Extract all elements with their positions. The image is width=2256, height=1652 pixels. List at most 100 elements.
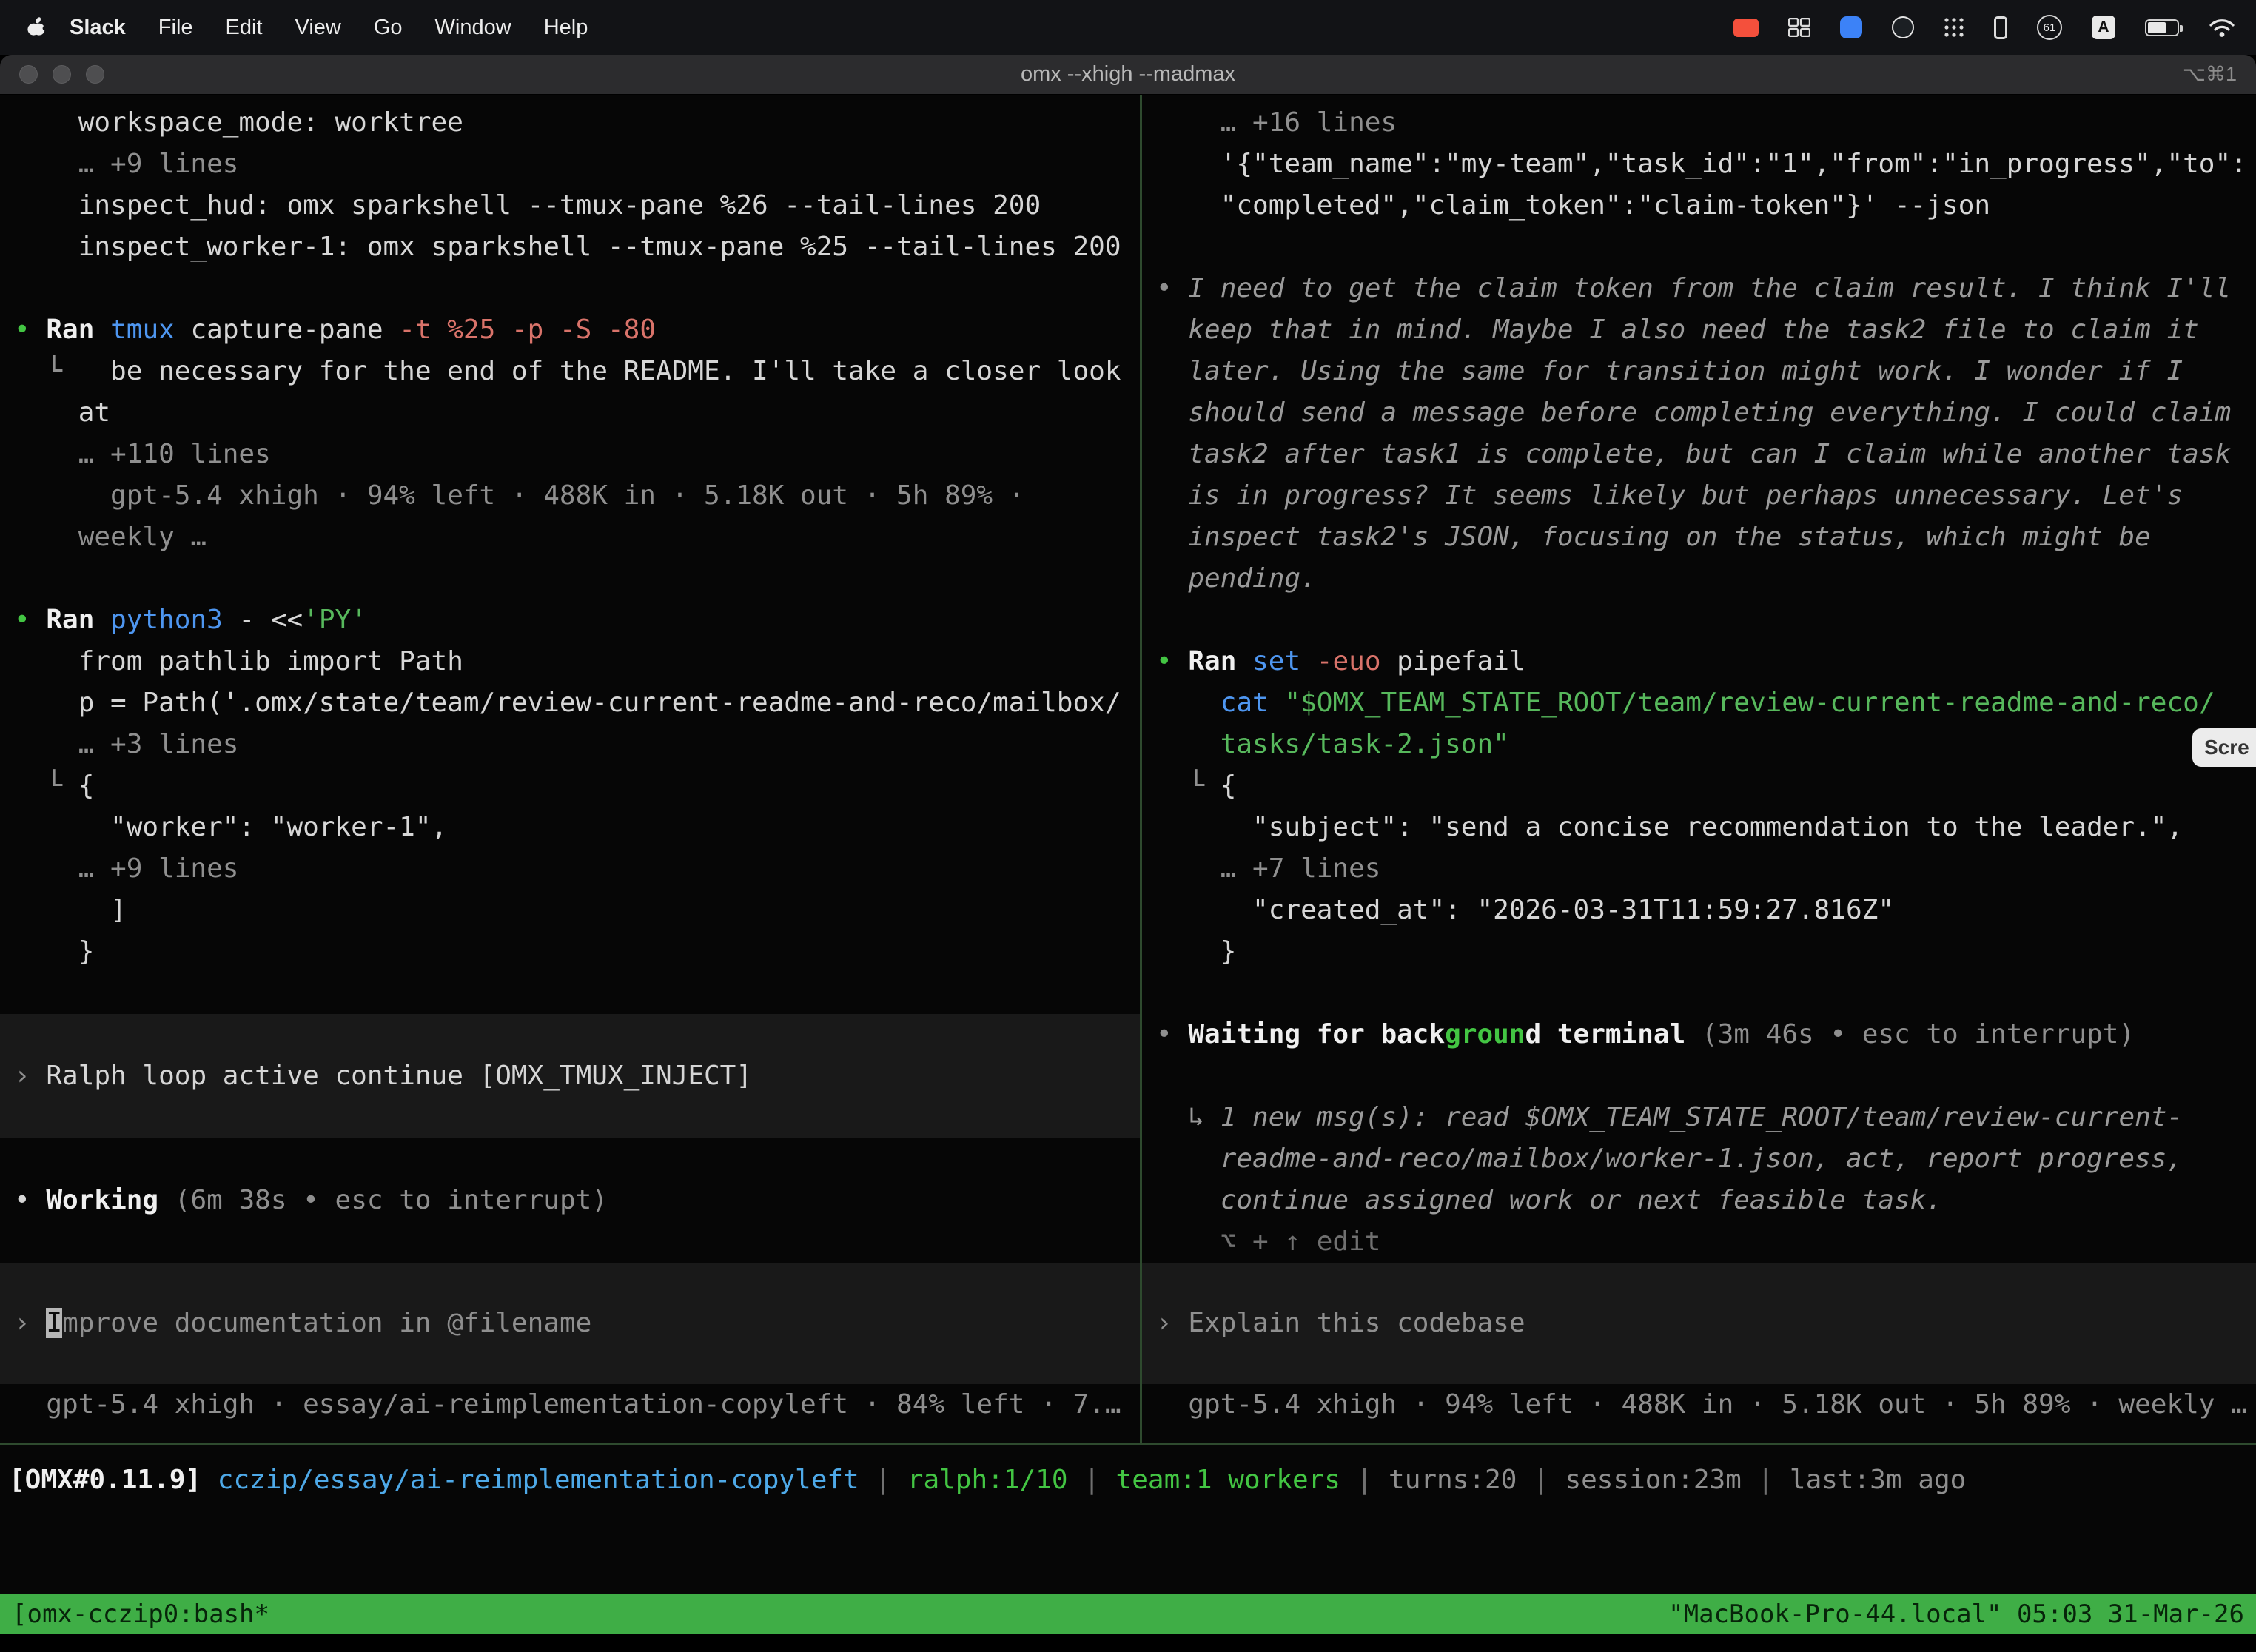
terminal-line: inspect_worker-1: omx sparkshell --tmux-… (0, 226, 1140, 268)
input-source-icon[interactable]: A (2092, 16, 2115, 39)
terminal-line: ⌥ + ↑ edit (1142, 1221, 2256, 1263)
tmux-panes: workspace_mode: worktree … +9 lines insp… (0, 95, 2256, 1443)
terminal-line: ] (0, 890, 1140, 931)
model-status-left: gpt-5.4 xhigh · essay/ai-reimplementatio… (0, 1384, 1140, 1426)
terminal-line: tasks/task-2.json" (1142, 724, 2256, 765)
terminal-line: continue assigned work or next feasible … (1142, 1180, 2256, 1221)
terminal-line: … +9 lines (0, 848, 1140, 890)
terminal-line: weekly … (0, 517, 1140, 558)
command-tmux-capture: • Ran tmux capture-pane -t %25 -p -S -80 (0, 309, 1140, 351)
waiting-status: • Waiting for background terminal (3m 46… (1142, 1014, 2256, 1055)
terminal-line: "worker": "worker-1", (0, 807, 1140, 848)
mailbox-notice: ↳ 1 new msg(s): read $OMX_TEAM_STATE_ROO… (1142, 1097, 2256, 1138)
terminal-line (0, 268, 1140, 309)
terminal-line: task2 after task1 is complete, but can I… (1142, 434, 2256, 475)
terminal-line: later. Using the same for transition mig… (1142, 351, 2256, 392)
window-grid-icon[interactable] (1788, 18, 1810, 37)
terminal-line (1142, 226, 2256, 268)
menu-bar: Slack FileEditViewGoWindowHelp (0, 0, 2256, 55)
menu-status-icons: 61 A (1733, 15, 2235, 40)
battery-icon[interactable] (2145, 19, 2179, 36)
terminal-line: cat "$OMX_TEAM_STATE_ROOT/team/review-cu… (1142, 682, 2256, 724)
working-status: • Working (6m 38s • esc to interrupt) (0, 1180, 1140, 1221)
terminal-pane-right[interactable]: … +16 lines '{"team_name":"my-team","tas… (1142, 95, 2256, 1443)
terminal-line: "completed","claim_token":"claim-token"}… (1142, 185, 2256, 226)
terminal-line: inspect_hud: omx sparkshell --tmux-pane … (0, 185, 1140, 226)
battery-tip (2180, 25, 2183, 32)
window-titlebar[interactable]: omx --xhigh --madmax ⌥⌘1 (0, 55, 2256, 95)
terminal-line: "created_at": "2026-03-31T11:59:27.816Z" (1142, 890, 2256, 931)
composer-input-left-text: › Improve documentation in @filename (0, 1303, 591, 1344)
menu-file[interactable]: File (142, 16, 209, 40)
ralph-loop-banner-text: › Ralph loop active continue [OMX_TMUX_I… (0, 1055, 752, 1097)
screen-notification[interactable]: Scre (2192, 728, 2256, 767)
menu-go[interactable]: Go (357, 16, 419, 40)
terminal-line: └ { (0, 765, 1140, 807)
menu-edit[interactable]: Edit (209, 16, 279, 40)
menu-window[interactable]: Window (419, 16, 528, 40)
github-icon[interactable] (1892, 16, 1914, 38)
terminal-line: … +16 lines (1142, 102, 2256, 144)
terminal-line: "subject": "send a concise recommendatio… (1142, 807, 2256, 848)
terminal-line: workspace_mode: worktree (0, 102, 1140, 144)
terminal-line (0, 1138, 1140, 1180)
screen: Slack FileEditViewGoWindowHelp (0, 0, 2256, 1652)
terminal-line (1142, 1055, 2256, 1097)
command-set-pipefail: • Ran set -euo pipefail (1142, 641, 2256, 682)
apple-menu-icon[interactable] (27, 16, 46, 38)
menu-view[interactable]: View (279, 16, 357, 40)
footer-gap (0, 1514, 2256, 1594)
ralph-loop-banner[interactable]: › Ralph loop active continue [OMX_TMUX_I… (0, 1014, 1140, 1138)
apps-grid-icon[interactable] (1944, 17, 1964, 38)
composer-input-right[interactable]: › Explain this codebase (1142, 1263, 2256, 1384)
tmux-session-label: [omx-cczip0:bash* (12, 1599, 269, 1629)
window-title: omx --xhigh --madmax (0, 62, 2256, 87)
menu-items: FileEditViewGoWindowHelp (142, 16, 605, 40)
terminal-line (1142, 973, 2256, 1014)
tmux-host-clock: "MacBook-Pro-44.local" 05:03 31-Mar-26 (1668, 1599, 2244, 1629)
menu-bar-left: Slack FileEditViewGoWindowHelp (21, 16, 604, 40)
terminal-line: inspect task2's JSON, focusing on the st… (1142, 517, 2256, 558)
thinking-text: • I need to get the claim token from the… (1142, 268, 2256, 309)
terminal-line: at (0, 392, 1140, 434)
terminal-line: … +7 lines (1142, 848, 2256, 890)
terminal-line: should send a message before completing … (1142, 392, 2256, 434)
terminal-line: from pathlib import Path (0, 641, 1140, 682)
active-app-name[interactable]: Slack (53, 16, 142, 40)
menu-help[interactable]: Help (528, 16, 605, 40)
terminal-line: └ { (1142, 765, 2256, 807)
terminal-line: is in progress? It seems likely but perh… (1142, 475, 2256, 517)
terminal-line: … +9 lines (0, 144, 1140, 185)
terminal-line: └ be necessary for the end of the README… (0, 351, 1140, 392)
phone-mirroring-icon[interactable] (1994, 16, 2007, 39)
terminal-line (0, 973, 1140, 1014)
terminal-line: gpt-5.4 xhigh · 94% left · 488K in · 5.1… (0, 475, 1140, 517)
model-status-right: gpt-5.4 xhigh · 94% left · 488K in · 5.1… (1142, 1384, 2256, 1426)
wifi-icon[interactable] (2209, 17, 2235, 38)
terminal-line: '{"team_name":"my-team","task_id":"1","f… (1142, 144, 2256, 185)
omx-status-line: [OMX#0.11.9] cczip/essay/ai-reimplementa… (0, 1465, 1966, 1495)
battery-fill (2148, 22, 2166, 33)
bottom-gap (0, 1634, 2256, 1652)
composer-input-left[interactable]: › Improve documentation in @filename (0, 1263, 1140, 1384)
terminal-line: } (0, 931, 1140, 973)
terminal-line (0, 558, 1140, 600)
command-python3: • Ran python3 - <<'PY' (0, 600, 1140, 641)
terminal-line: p = Path('.omx/state/team/review-current… (0, 682, 1140, 724)
omx-footer: [OMX#0.11.9] cczip/essay/ai-reimplementa… (0, 1443, 2256, 1514)
composer-input-right-text: › Explain this codebase (1142, 1303, 1525, 1344)
terminal-pane-left[interactable]: workspace_mode: worktree … +9 lines insp… (0, 95, 1140, 1443)
terminal-line: … +110 lines (0, 434, 1140, 475)
terminal-line: keep that in mind. Maybe I also need the… (1142, 309, 2256, 351)
terminal-window: omx --xhigh --madmax ⌥⌘1 workspace_mode:… (0, 55, 2256, 1652)
terminal-line: } (1142, 931, 2256, 973)
tmux-status-bar: [omx-cczip0:bash* "MacBook-Pro-44.local"… (0, 1594, 2256, 1634)
screen-recording-icon[interactable] (1733, 19, 1759, 37)
terminal-line (0, 1221, 1140, 1263)
blue-app-icon[interactable] (1840, 16, 1862, 38)
badge-61-icon[interactable]: 61 (2037, 15, 2062, 40)
terminal-line: pending. (1142, 558, 2256, 600)
terminal-line: … +3 lines (0, 724, 1140, 765)
terminal-line (1142, 600, 2256, 641)
terminal-line: readme-and-reco/mailbox/worker-1.json, a… (1142, 1138, 2256, 1180)
